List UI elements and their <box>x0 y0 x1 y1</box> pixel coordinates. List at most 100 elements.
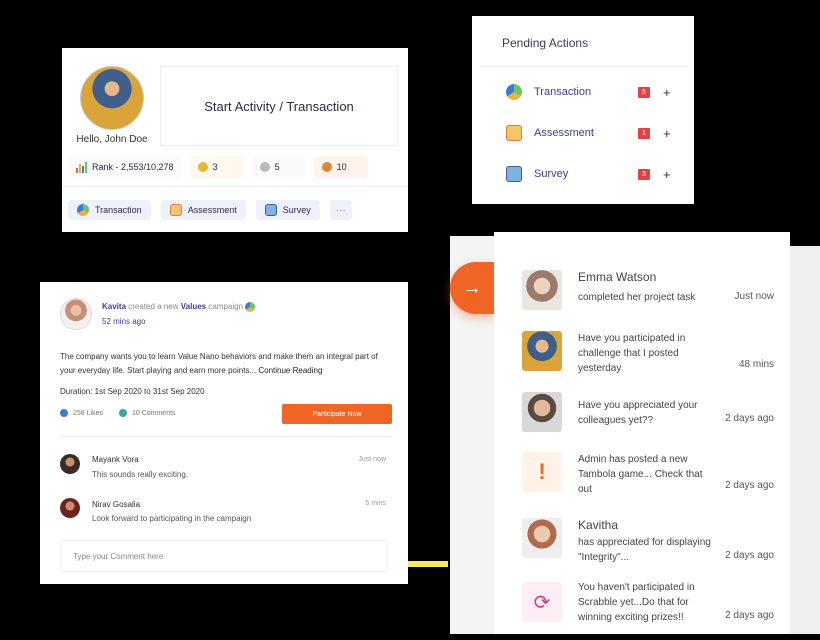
notification-item[interactable]: ! Admin has posted a new Tambola game...… <box>522 452 774 498</box>
transaction-icon <box>506 84 522 100</box>
survey-button[interactable]: Survey <box>255 200 320 220</box>
post-duration: Duration: 1st Sep 2020 to 31st Sep 2020 <box>60 387 205 396</box>
count-badge: 5 <box>638 86 650 98</box>
stats-row: Rank - 2,553/10,278 3 5 10 <box>68 156 368 178</box>
assessment-button[interactable]: Assessment <box>160 200 246 220</box>
notification-time: 2 days ago <box>725 480 774 491</box>
notification-item[interactable]: Kavitha has appreciated for displaying "… <box>522 518 774 563</box>
comment-text: This sounds really exciting. <box>92 470 189 479</box>
add-icon[interactable]: + <box>663 126 671 141</box>
comments-count: 10 Comments <box>131 409 176 417</box>
post-meta: Kavita created a new Values campaign <box>102 302 256 312</box>
notification-text: Have you appreciated your colleagues yet… <box>578 400 698 426</box>
rank-text: Rank - 2,553/10,278 <box>92 162 174 172</box>
author-name[interactable]: Kavita <box>102 302 126 311</box>
transaction-button[interactable]: Transaction <box>68 200 151 220</box>
survey-icon <box>264 204 277 216</box>
user-avatar[interactable] <box>80 66 144 130</box>
start-activity-button[interactable]: Start Activity / Transaction <box>160 66 398 146</box>
rank-chip: Rank - 2,553/10,278 <box>68 156 182 178</box>
transaction-icon <box>77 204 89 216</box>
notification-avatar <box>522 518 562 558</box>
like-icon[interactable] <box>60 409 68 417</box>
profile-card: Hello, John Doe Start Activity / Transac… <box>62 48 408 232</box>
divider <box>62 186 408 187</box>
notification-time: 2 days ago <box>725 550 774 561</box>
notification-text: Have you participated in challenge that … <box>578 333 686 374</box>
notification-time: Just now <box>734 291 774 302</box>
notification-avatar <box>522 270 562 310</box>
decorative-strip <box>408 561 448 567</box>
campaign-name[interactable]: Values <box>181 302 206 311</box>
count-badge: 3 <box>638 168 650 180</box>
silver-medal-chip: 5 <box>251 156 306 178</box>
notification-text: You haven't participated in Scrabble yet… <box>578 582 695 623</box>
assessment-label: Assessment <box>187 205 237 215</box>
silver-count: 5 <box>274 162 280 172</box>
survey-icon <box>506 166 522 182</box>
silver-medal-icon <box>259 162 270 172</box>
bronze-count: 10 <box>336 162 347 172</box>
notification-item[interactable]: Have you participated in challenge that … <box>522 331 774 377</box>
survey-label: Survey <box>282 205 311 215</box>
notifications-panel: Emma Watson completed her project task J… <box>494 232 790 634</box>
values-icon <box>245 302 256 312</box>
refresh-icon: ⟳ <box>522 582 562 622</box>
comment-time: 5 mins <box>365 500 386 507</box>
comment-input[interactable]: Type your Comment here <box>60 540 388 572</box>
gold-medal-icon <box>197 162 208 172</box>
commenter-avatar[interactable] <box>60 498 80 518</box>
transaction-label: Transaction <box>95 205 142 215</box>
notification-item[interactable]: ⟳ You haven't participated in Scrabble y… <box>522 582 774 628</box>
post-time: 52 mins ago <box>102 317 146 326</box>
pending-item-survey[interactable]: Survey 3 + <box>506 166 676 182</box>
gold-medal-chip: 3 <box>189 156 244 178</box>
pending-label: Transaction <box>534 86 592 98</box>
greeting: Hello, John Doe <box>76 134 148 145</box>
post-stats: 258 Likes 10 Comments <box>60 409 176 417</box>
notification-time: 2 days ago <box>725 413 774 424</box>
divider <box>60 436 392 437</box>
author-avatar[interactable] <box>60 298 92 330</box>
quick-actions: Transaction Assessment Survey ··· <box>68 200 352 220</box>
feed-post-card: Kavita created a new Values campaign 52 … <box>40 282 408 584</box>
participate-now-button[interactable]: Participate Now <box>282 404 392 424</box>
commenter-avatar[interactable] <box>60 454 80 474</box>
commenter-name: Nirav Gosalia <box>92 500 141 509</box>
rank-chart-icon <box>76 161 87 173</box>
divider <box>480 66 690 67</box>
pending-item-transaction[interactable]: Transaction 5 + <box>506 84 676 100</box>
campaign-suffix: campaign <box>208 302 244 312</box>
bronze-medal-chip: 10 <box>313 156 368 178</box>
notification-avatar <box>522 331 562 371</box>
comment-time: Just now <box>358 456 386 463</box>
count-badge: 1 <box>638 127 650 139</box>
comment-icon[interactable] <box>118 409 127 417</box>
notification-text: has appreciated for displaying "Integrit… <box>578 537 711 563</box>
likes-count: 258 Likes <box>73 409 103 417</box>
action-text: created a new <box>128 302 179 312</box>
alert-icon: ! <box>522 452 562 492</box>
commenter-name: Mayank Vora <box>92 455 139 464</box>
assessment-icon <box>169 204 182 216</box>
gold-count: 3 <box>212 162 218 172</box>
notification-title: Emma Watson <box>578 270 657 284</box>
assessment-icon <box>506 125 522 141</box>
pending-actions-card: Pending Actions Transaction 5 + Assessme… <box>472 16 694 204</box>
add-icon[interactable]: + <box>663 85 671 100</box>
pending-item-assessment[interactable]: Assessment 1 + <box>506 125 676 141</box>
pending-label: Survey <box>534 168 569 180</box>
notification-item[interactable]: Emma Watson completed her project task J… <box>522 270 774 312</box>
panel-edge <box>790 246 820 634</box>
notification-avatar <box>522 392 562 432</box>
notification-title: Kavitha <box>578 518 619 532</box>
notification-text: Admin has posted a new Tambola game... C… <box>578 454 703 495</box>
more-options-icon[interactable]: ··· <box>329 200 352 220</box>
notification-item[interactable]: Have you appreciated your colleagues yet… <box>522 392 774 432</box>
add-icon[interactable]: + <box>663 167 671 182</box>
comment-text: Look forward to participating in the cam… <box>92 514 252 523</box>
arrow-right-icon[interactable]: → <box>450 262 494 314</box>
notification-time: 48 mins <box>738 359 774 370</box>
continue-reading-link[interactable]: Continue Reading <box>258 366 322 375</box>
post-body: The company wants you to learn Value Nan… <box>60 350 390 378</box>
